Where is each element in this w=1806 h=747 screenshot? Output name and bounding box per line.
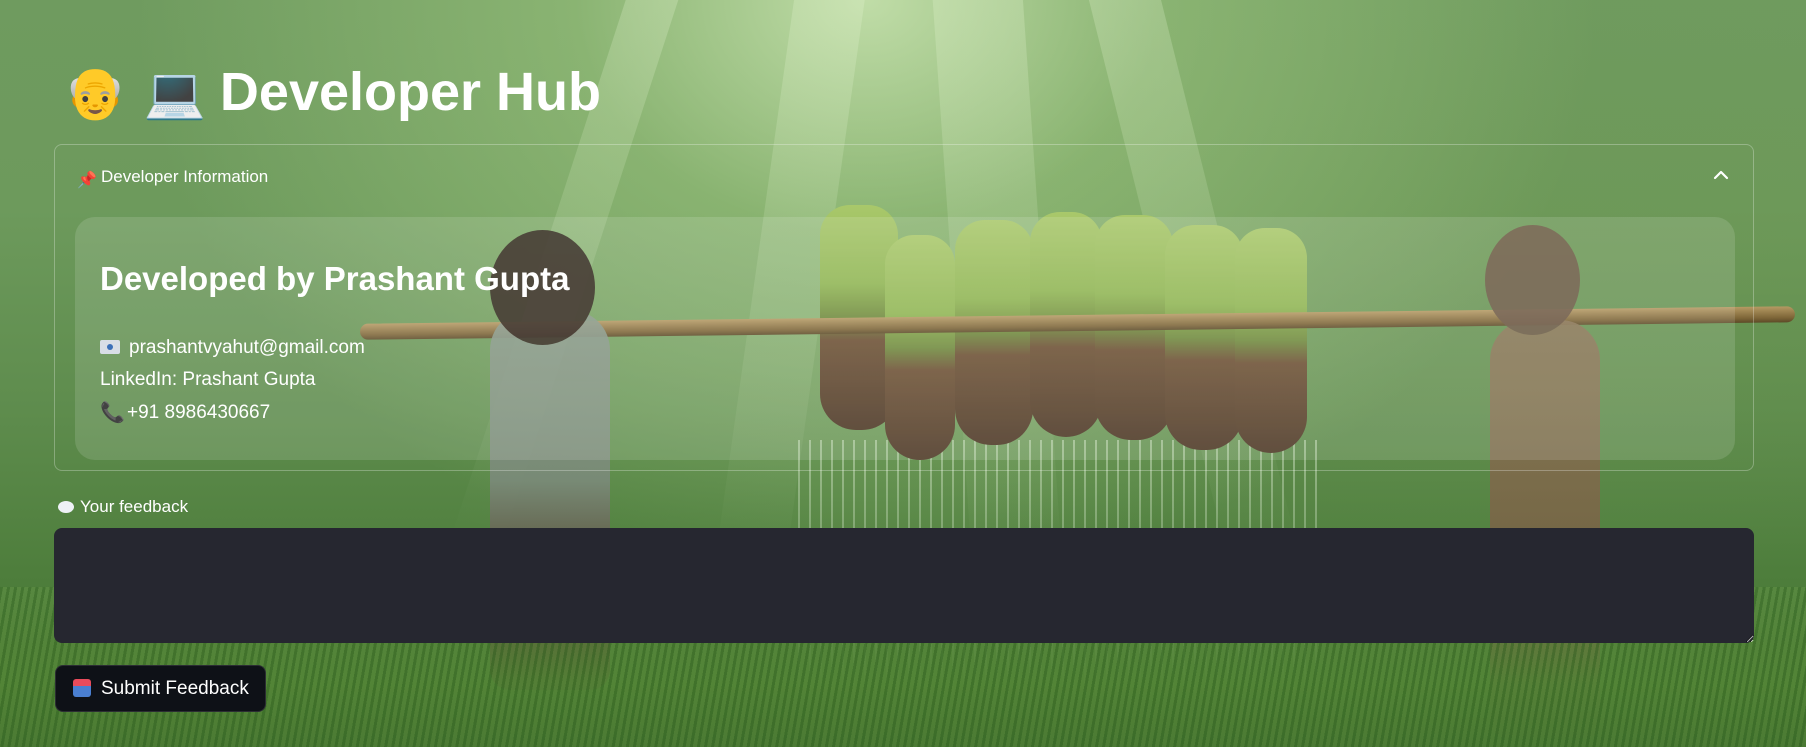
submit-label: Submit Feedback	[101, 678, 249, 699]
chevron-up-icon[interactable]	[1711, 165, 1731, 185]
mailbox-icon	[73, 679, 91, 697]
developer-heading: Developed by Prashant Gupta	[100, 260, 570, 297]
developer-card: Developed by Prashant Gupta prashantvyah…	[75, 217, 1735, 460]
speech-bubble-icon	[58, 501, 74, 513]
linkedin-line[interactable]: LinkedIn: Prashant Gupta	[100, 367, 315, 393]
feedback-textarea[interactable]	[54, 528, 1754, 643]
expander-header[interactable]: 📌 Developer Information	[77, 165, 268, 189]
envelope-icon	[100, 340, 120, 354]
email-text[interactable]: prashantvyahut@gmail.com	[129, 337, 365, 358]
feedback-label: Your feedback	[58, 495, 188, 519]
main-content: 👴 💻 Developer Hub 📌 Developer Information …	[0, 0, 1806, 747]
phone-text: +91 8986430667	[127, 402, 271, 423]
email-line: prashantvyahut@gmail.com	[100, 335, 365, 361]
pushpin-icon: 📌	[77, 170, 97, 189]
title-emoji: 👴 💻	[64, 64, 206, 122]
page-title: 👴 💻 Developer Hub	[64, 55, 601, 130]
developer-info-expander: 📌 Developer Information Developed by Pras…	[54, 144, 1754, 471]
title-text: Developer Hub	[219, 62, 602, 122]
submit-feedback-button[interactable]: Submit Feedback	[55, 665, 266, 712]
app-page: 👴 💻 Developer Hub 📌 Developer Information …	[0, 0, 1806, 747]
feedback-label-text: Your feedback	[80, 497, 189, 516]
expander-label: Developer Information	[101, 167, 269, 186]
telephone-icon: 📞	[100, 400, 125, 424]
phone-line: 📞 +91 8986430667	[100, 399, 270, 426]
